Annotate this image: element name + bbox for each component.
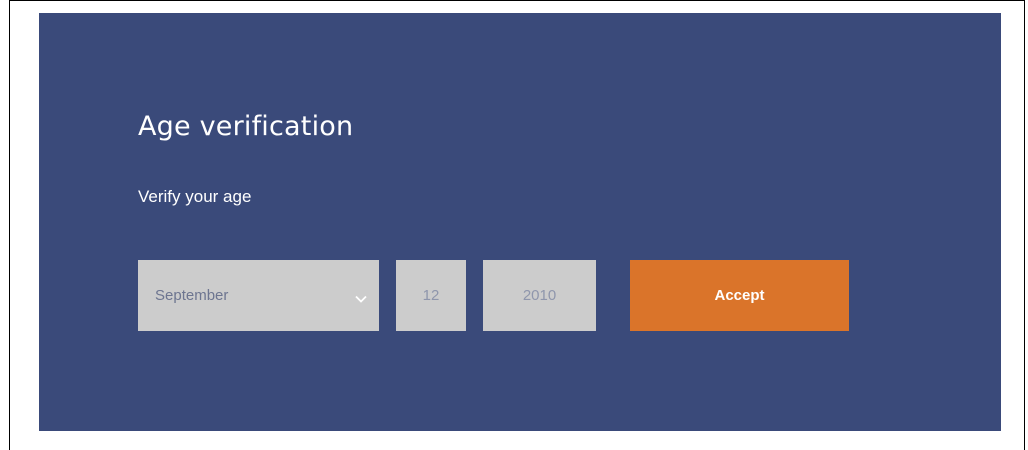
accept-button[interactable]: Accept xyxy=(630,260,849,331)
day-input[interactable]: 12 xyxy=(396,260,466,331)
year-input-value: 2010 xyxy=(522,287,557,304)
month-select[interactable]: September xyxy=(138,260,379,331)
page-title: Age verification xyxy=(138,111,354,142)
chevron-down-icon xyxy=(343,295,379,303)
age-verification-panel: Age verification Verify your age Septemb… xyxy=(39,13,1001,431)
day-input-value: 12 xyxy=(422,287,440,304)
year-input[interactable]: 2010 xyxy=(483,260,596,331)
accept-button-label: Accept xyxy=(714,287,765,304)
month-select-value: September xyxy=(155,287,229,304)
verify-age-label: Verify your age xyxy=(138,187,252,206)
